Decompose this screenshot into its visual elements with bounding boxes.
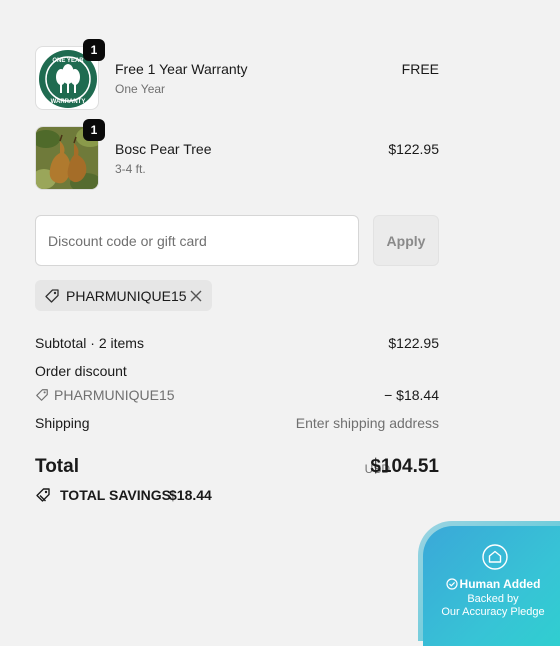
tag-icon bbox=[36, 389, 48, 401]
item-title: Bosc Pear Tree bbox=[115, 141, 212, 157]
pledge-title-text: Human Added bbox=[459, 577, 541, 591]
discount-code-input[interactable] bbox=[35, 215, 359, 266]
shipping-row: Shipping Enter shipping address bbox=[35, 415, 439, 431]
discount-value: − $18.44 bbox=[384, 387, 439, 403]
item-price: $122.95 bbox=[388, 141, 439, 157]
shipping-label: Shipping bbox=[35, 415, 90, 431]
savings-label: TOTAL SAVINGS bbox=[60, 487, 171, 503]
subtotal-label: Subtotal · 2 items bbox=[35, 335, 144, 351]
total-label: Total bbox=[35, 456, 79, 477]
remove-discount-icon[interactable] bbox=[188, 288, 204, 304]
item-variant: One Year bbox=[115, 82, 166, 96]
home-icon bbox=[482, 544, 508, 570]
quantity-badge: 1 bbox=[83, 119, 105, 141]
order-discount-row: Order discount bbox=[35, 363, 439, 379]
savings-tag-icon bbox=[36, 488, 50, 502]
pledge-line-1: Backed by bbox=[467, 593, 519, 605]
savings-value: $18.44 bbox=[169, 487, 212, 503]
warranty-badge-bottom-text: WARRANTY bbox=[51, 99, 86, 105]
accuracy-pledge-badge[interactable]: Human Added Backed by Our Accuracy Pledg… bbox=[418, 521, 560, 646]
pledge-title: Human Added bbox=[423, 577, 560, 591]
quantity-badge: 1 bbox=[83, 39, 105, 61]
item-variant: 3-4 ft. bbox=[115, 162, 146, 176]
tag-icon bbox=[45, 289, 59, 303]
shipping-value: Enter shipping address bbox=[295, 415, 439, 431]
check-circle-icon bbox=[445, 578, 458, 590]
discount-code-label: PHARMUNIQUE15 bbox=[54, 387, 175, 403]
line-item-warranty: ONE YEAR WARRANTY 1 Free 1 Year Warranty… bbox=[35, 39, 439, 110]
pledge-line-2: Our Accuracy Pledge bbox=[441, 606, 545, 618]
item-title: Free 1 Year Warranty bbox=[115, 61, 248, 77]
subtotal-value: $122.95 bbox=[388, 335, 439, 351]
warranty-badge-top-text: ONE YEAR bbox=[52, 58, 84, 64]
line-item-pear-tree: 1 Bosc Pear Tree 3-4 ft. $122.95 bbox=[35, 119, 439, 190]
pledge-subtitle: Backed by Our Accuracy Pledge bbox=[423, 593, 560, 619]
item-price: FREE bbox=[401, 61, 439, 77]
applied-discount-code: PHARMUNIQUE15 bbox=[66, 288, 187, 304]
total-value: $104.51 bbox=[370, 456, 439, 477]
apply-discount-button[interactable]: Apply bbox=[373, 215, 439, 266]
applied-discount-chip: PHARMUNIQUE15 bbox=[35, 280, 212, 311]
order-discount-label: Order discount bbox=[35, 363, 127, 379]
subtotal-row: Subtotal · 2 items $122.95 bbox=[35, 335, 439, 351]
